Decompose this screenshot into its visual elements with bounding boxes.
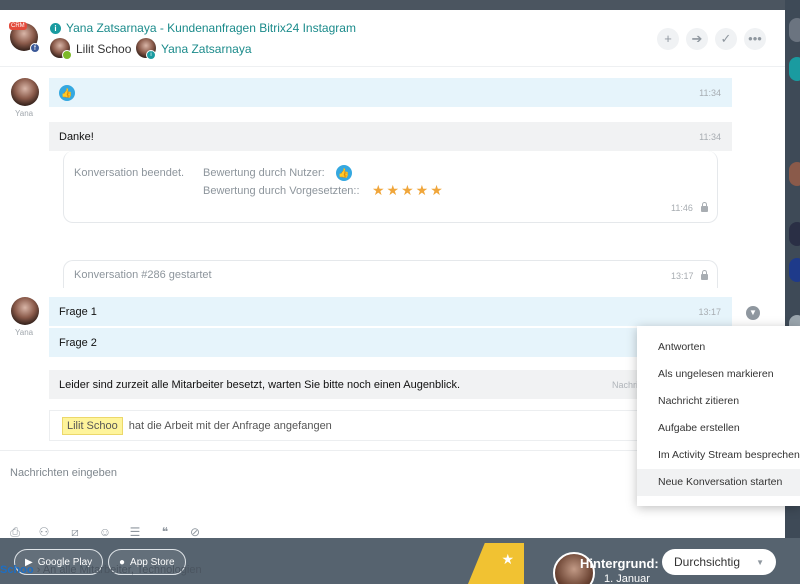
taken-notice: Lilit Schoo hat die Arbeit mit der Anfra…: [49, 410, 659, 441]
add-icon[interactable]: +: [657, 28, 679, 50]
participant-name[interactable]: Lilit Schoo: [76, 42, 131, 56]
format-icon[interactable]: ⧄: [68, 525, 82, 539]
quote-icon[interactable]: ❝: [158, 525, 172, 539]
lock-icon: [701, 202, 708, 212]
thumbs-up-icon: 👍: [59, 84, 75, 101]
conversation-started-block: Konversation #286 gestartet 13:17: [63, 260, 718, 288]
message-context-menu: Antworten Als ungelesen markieren Nachri…: [637, 326, 800, 506]
message-input[interactable]: Nachrichten eingeben: [10, 467, 117, 479]
message-frage-1[interactable]: Frage 1 13:17: [49, 297, 732, 326]
chat-title[interactable]: i Yana Zatsarnaya - Kundenanfragen Bitri…: [50, 21, 356, 35]
check-icon[interactable]: ✓: [715, 28, 737, 50]
menu-item-create-task[interactable]: Aufgabe erstellen: [637, 415, 800, 442]
message-frage-2[interactable]: Frage 2: [49, 328, 732, 357]
user-chip[interactable]: Lilit Schoo: [62, 416, 123, 435]
menu-item-activity-stream[interactable]: Im Activity Stream besprechen: [637, 442, 800, 469]
sidebar-avatar[interactable]: [789, 258, 800, 282]
menu-item-reply[interactable]: Antworten: [637, 334, 800, 361]
sidebar-avatar[interactable]: [789, 18, 800, 42]
lock-icon: [701, 270, 708, 280]
author-avatar[interactable]: [11, 78, 39, 106]
menu-item-quote[interactable]: Nachricht zitieren: [637, 388, 800, 415]
feed-date: 1. Januar: [604, 573, 650, 584]
thumbs-up-icon: 👍: [336, 165, 352, 181]
smile-icon[interactable]: ☺: [98, 525, 112, 539]
message-auto-reply[interactable]: Leider sind zurzeit alle Mitarbeiter bes…: [49, 370, 659, 399]
message-danke[interactable]: Danke! 11:34: [49, 122, 732, 151]
attach-icon[interactable]: ⎙: [8, 525, 22, 539]
star-icon: ★: [501, 551, 514, 567]
top-bar: [0, 0, 800, 10]
conversation-ended-block: Konversation beendet. Bewertung durch Nu…: [63, 151, 718, 223]
sidebar-avatar[interactable]: [789, 162, 800, 186]
operator-badge-icon: [62, 50, 72, 60]
hide-icon[interactable]: ⊘: [188, 525, 202, 539]
info-icon: i: [50, 22, 61, 34]
sidebar-avatar[interactable]: [789, 222, 800, 246]
menu-item-new-conversation[interactable]: Neue Konversation starten: [637, 469, 800, 496]
background-label: Hintergrund:: [580, 556, 659, 571]
sidebar-avatar[interactable]: [789, 57, 800, 81]
forward-icon[interactable]: ➔: [686, 28, 708, 50]
background-select[interactable]: Durchsichtig ▼: [662, 549, 776, 575]
caret-down-icon: ▼: [756, 557, 764, 567]
more-icon[interactable]: •••: [744, 28, 766, 50]
crm-badge: CRM: [9, 22, 27, 30]
rating-stars: ★★★★★: [372, 182, 445, 198]
author-avatar[interactable]: [11, 297, 39, 325]
chat-header: CRM f i Yana Zatsarnaya - Kundenanfragen…: [0, 10, 785, 67]
author-name: Yana: [15, 109, 34, 118]
facebook-icon: f: [30, 43, 40, 53]
chevron-down-icon[interactable]: ▼: [746, 306, 760, 320]
user-icon[interactable]: ⚇: [37, 525, 51, 539]
list-icon[interactable]: ☰: [128, 525, 142, 539]
info-icon: i: [146, 50, 156, 60]
author-name: Yana: [15, 328, 34, 337]
participant-name[interactable]: Yana Zatsarnaya: [161, 42, 252, 56]
message-like[interactable]: 👍 11:34: [49, 78, 732, 107]
feed-link[interactable]: Schoo › An alle Mitarbeiter, Technologie…: [0, 564, 202, 576]
menu-item-mark-unread[interactable]: Als ungelesen markieren: [637, 361, 800, 388]
